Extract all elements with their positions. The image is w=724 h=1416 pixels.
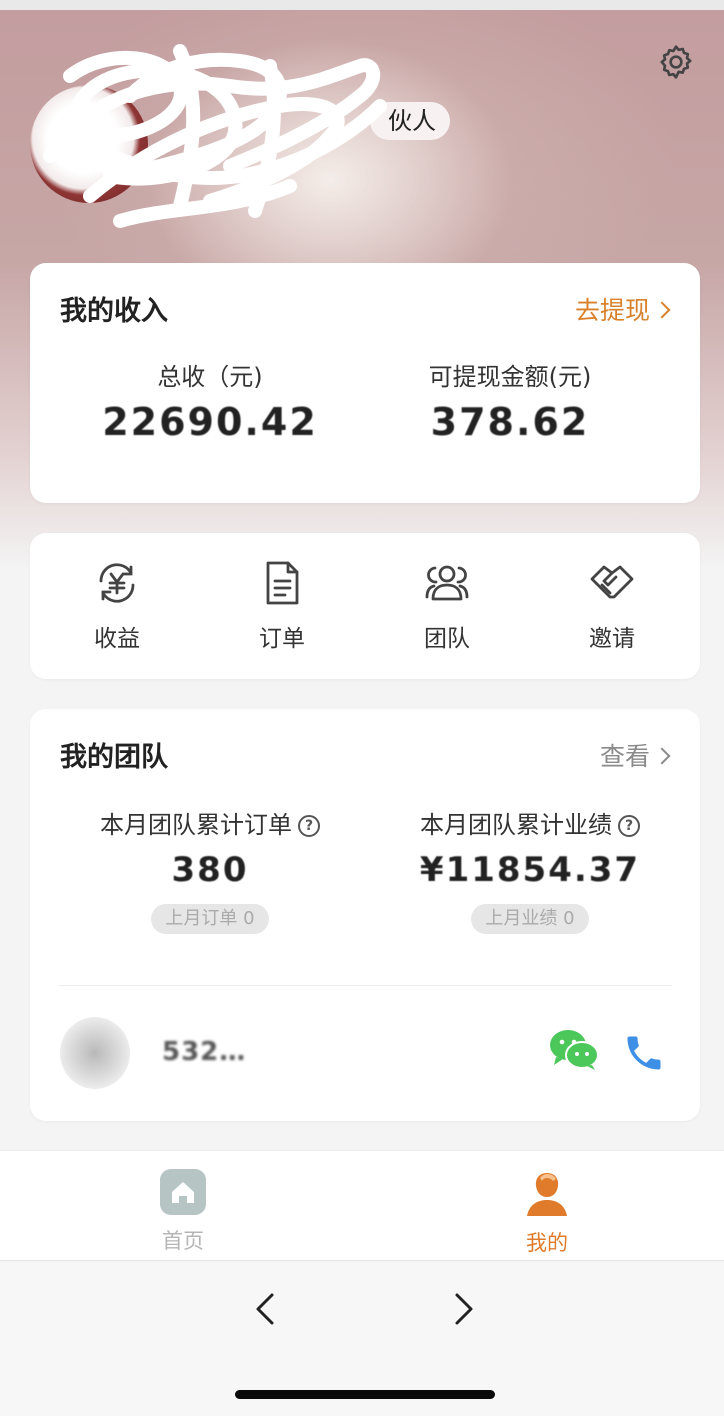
help-icon[interactable]: ? — [298, 815, 320, 837]
profile-icon — [527, 1173, 567, 1216]
home-indicator[interactable] — [235, 1390, 495, 1399]
withdraw-link[interactable]: 去提现 — [574, 291, 671, 327]
forward-icon[interactable] — [443, 1289, 483, 1329]
gear-icon[interactable] — [656, 42, 696, 82]
team-orders: 本月团队累计订单? 380 上月订单 0 — [60, 805, 360, 934]
tab-mine-label: 我的 — [526, 1231, 568, 1255]
status-strip — [0, 0, 724, 10]
document-icon — [266, 561, 299, 605]
quick-menu-card: 收益 订单 团队 邀请 — [30, 533, 700, 679]
member-name: 532… — [162, 1037, 247, 1067]
tab-home-label: 首页 — [162, 1229, 204, 1253]
menu-item-earnings[interactable]: 收益 — [57, 559, 177, 653]
available-amount: 可提现金额(元) 378.62 — [360, 357, 660, 444]
handshake-icon — [590, 565, 634, 599]
tab-mine[interactable]: 我的 — [487, 1169, 607, 1257]
team-performance-label: 本月团队累计业绩 — [420, 811, 612, 839]
total-income: 总收（元) 22690.42 — [60, 357, 360, 444]
withdraw-label: 去提现 — [574, 296, 650, 325]
menu-label-orders: 订单 — [259, 626, 305, 652]
chevron-right-icon — [653, 747, 671, 765]
team-performance-value: ¥11854.37 — [419, 850, 641, 890]
income-card: 我的收入 去提现 总收（元) 22690.42 可提现金额(元) 378.62 — [30, 263, 700, 503]
yuan-exchange-icon — [99, 563, 135, 603]
menu-label-invite: 邀请 — [589, 626, 635, 652]
menu-label-earnings: 收益 — [94, 626, 140, 652]
phone-icon[interactable] — [622, 1031, 666, 1075]
available-amount-label: 可提现金额(元) — [428, 363, 592, 391]
redaction-scribble — [43, 44, 387, 228]
available-amount-value: 378.62 — [430, 400, 590, 444]
help-icon[interactable]: ? — [618, 815, 640, 837]
last-month-orders-badge: 上月订单 0 — [151, 904, 269, 934]
team-performance: 本月团队累计业绩? ¥11854.37 上月业绩 0 — [370, 805, 690, 934]
chevron-right-icon — [653, 301, 671, 319]
menu-item-team[interactable]: 团队 — [387, 559, 507, 653]
divider — [58, 985, 672, 986]
last-month-performance-badge: 上月业绩 0 — [471, 904, 589, 934]
total-income-label: 总收（元) — [157, 363, 263, 391]
menu-label-team: 团队 — [424, 626, 470, 652]
total-income-value: 22690.42 — [102, 400, 318, 444]
team-card: 我的团队 查看 本月团队累计订单? 380 上月订单 0 本月团队累计业绩? ¥… — [30, 709, 700, 1121]
tab-home[interactable]: 首页 — [123, 1169, 243, 1255]
team-orders-label: 本月团队累计订单 — [100, 811, 292, 839]
bottom-tab-bar: 首页 我的 — [0, 1150, 724, 1260]
back-icon[interactable] — [246, 1289, 286, 1329]
view-label: 查看 — [599, 742, 650, 771]
people-icon — [425, 565, 469, 601]
wechat-icon[interactable] — [548, 1027, 600, 1071]
team-orders-value: 380 — [171, 850, 249, 890]
view-team-link[interactable]: 查看 — [599, 737, 671, 773]
avatar — [60, 1017, 130, 1089]
menu-item-invite[interactable]: 邀请 — [552, 559, 672, 653]
team-title: 我的团队 — [60, 742, 168, 773]
home-icon — [160, 1169, 206, 1215]
browser-toolbar — [0, 1260, 724, 1416]
income-title: 我的收入 — [60, 296, 168, 327]
menu-item-orders[interactable]: 订单 — [222, 559, 342, 653]
